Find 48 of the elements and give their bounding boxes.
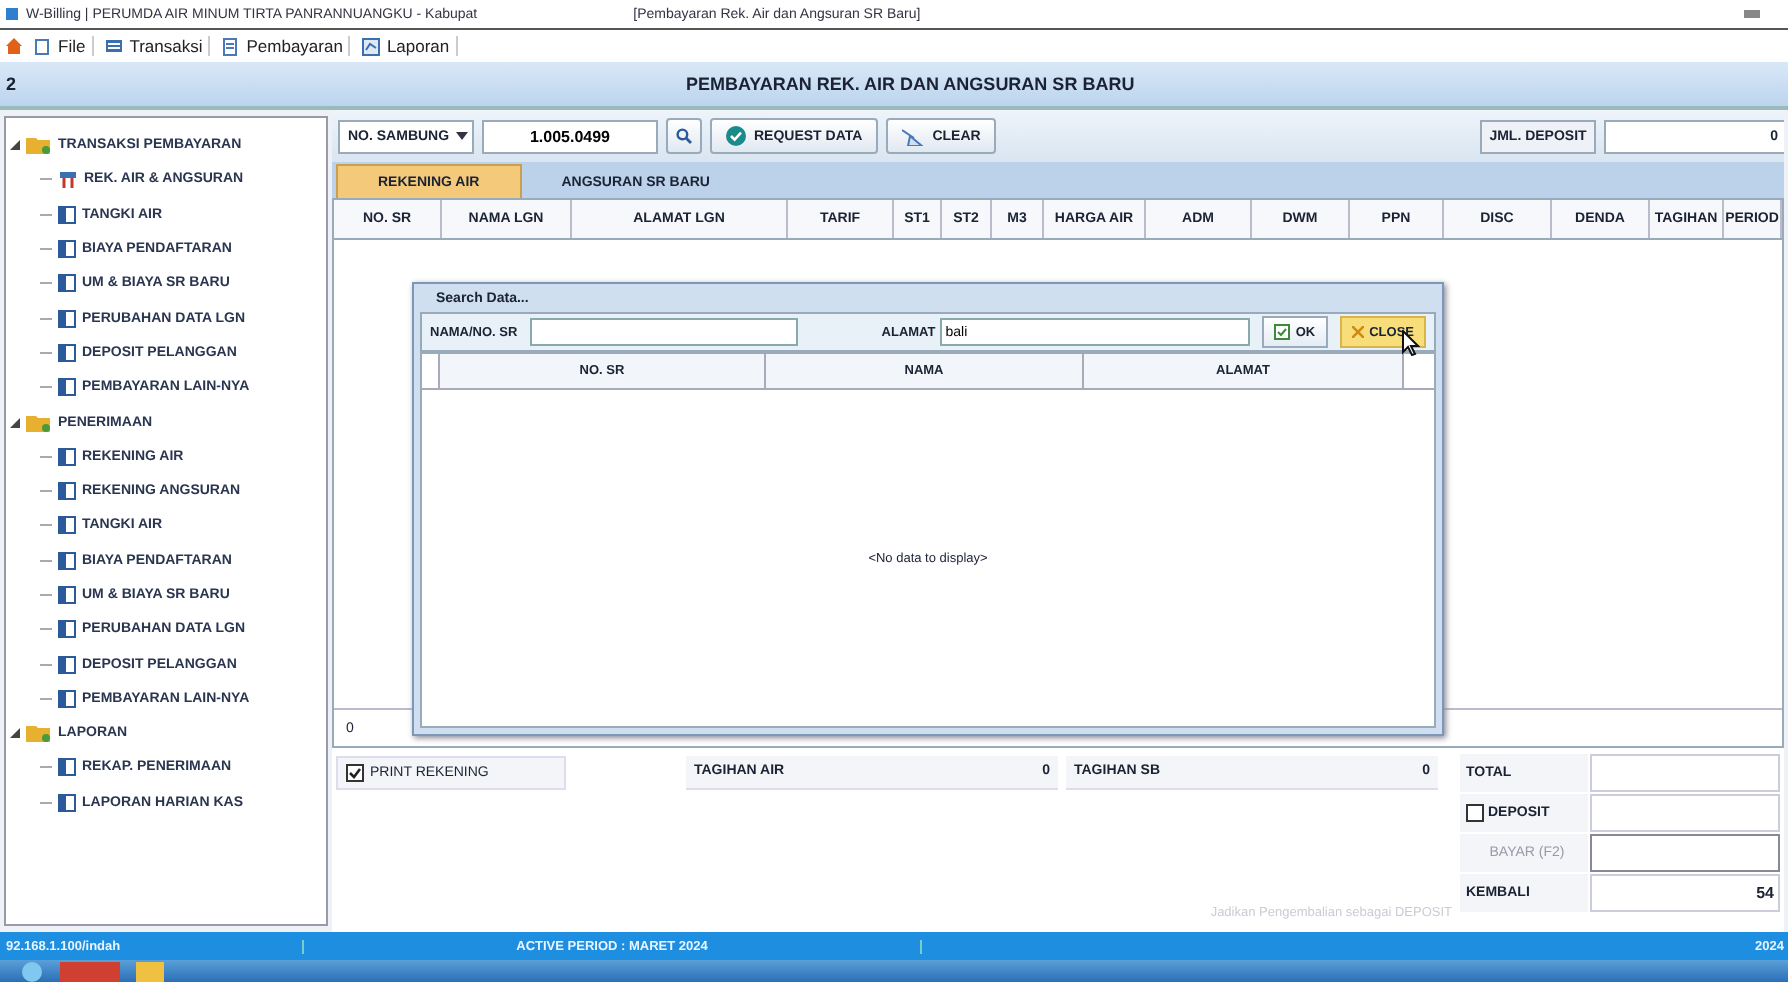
home-icon[interactable] — [6, 38, 22, 54]
page-icon — [58, 689, 76, 708]
folder-icon — [26, 136, 52, 155]
checkbox[interactable] — [346, 763, 364, 781]
page-icon — [58, 274, 76, 293]
collapse-arrow-icon[interactable] — [10, 140, 20, 151]
header-label: 2 — [4, 74, 19, 94]
grid-icon — [105, 37, 124, 55]
dropdown-arrow-icon — [456, 132, 468, 140]
folder-icon — [26, 413, 52, 432]
name-field[interactable] — [529, 318, 798, 346]
check-icon — [1273, 324, 1290, 340]
page-title: PEMBAYARAN REK. AIR DAN ANGSURAN SR BARU — [686, 74, 1135, 94]
start-icon[interactable] — [20, 961, 44, 981]
page-icon — [58, 516, 76, 535]
menu-item[interactable]: Laporan — [356, 36, 458, 56]
folder-icon — [26, 724, 52, 743]
close-icon — [1351, 326, 1364, 338]
page-icon — [58, 482, 76, 501]
document-icon — [222, 37, 241, 55]
page-icon — [58, 343, 76, 362]
page-icon — [58, 586, 76, 604]
menu-item[interactable]: Transaksi — [99, 36, 211, 56]
bayar-field[interactable] — [1590, 834, 1780, 872]
page-icon — [58, 620, 76, 639]
page-icon — [34, 37, 52, 55]
search-icon — [676, 128, 692, 144]
page-icon — [58, 758, 76, 777]
check-circle-icon — [726, 126, 746, 146]
app-icon — [6, 8, 18, 20]
page-icon — [58, 309, 76, 328]
report-icon — [362, 37, 381, 55]
search-button[interactable] — [666, 118, 702, 154]
page-icon — [58, 551, 76, 570]
checkbox[interactable] — [1466, 804, 1484, 822]
page-icon — [58, 793, 76, 812]
collapse-arrow-icon[interactable] — [10, 728, 20, 739]
page-icon — [58, 378, 76, 397]
page-icon — [58, 205, 76, 224]
tool-icon — [58, 169, 78, 190]
menu-item[interactable]: Pembayaran — [216, 36, 351, 56]
menu-item[interactable]: File — [28, 36, 94, 56]
page-icon — [58, 447, 76, 466]
page-icon — [58, 655, 76, 674]
number-field[interactable]: 1.005.0499 — [482, 119, 658, 153]
page-icon — [58, 240, 76, 259]
collapse-arrow-icon[interactable] — [10, 417, 20, 428]
kembali-value: 54 — [1590, 874, 1780, 912]
